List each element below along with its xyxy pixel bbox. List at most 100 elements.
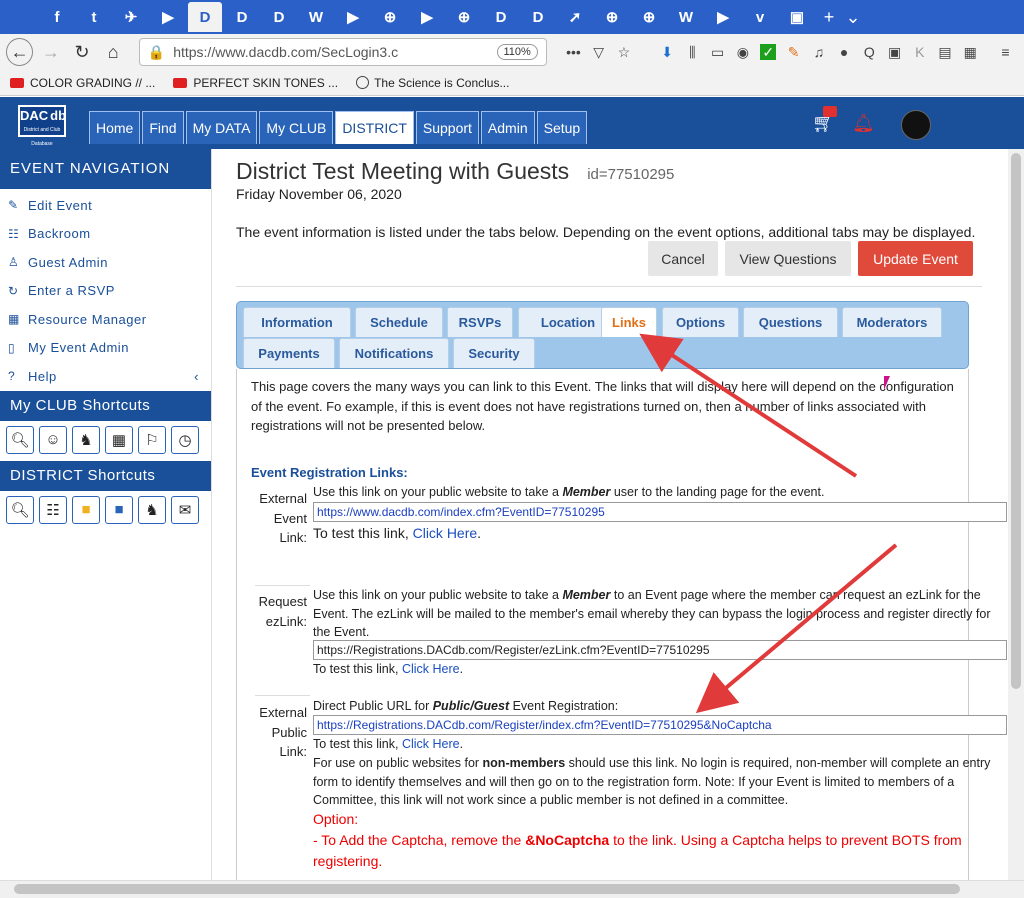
click-here-link[interactable]: Click Here (402, 662, 460, 676)
update-event-button[interactable]: Update Event (858, 241, 973, 276)
pen-extension-icon[interactable]: ✎ (781, 39, 806, 65)
download-icon[interactable]: ⬇ (655, 39, 680, 65)
cancel-button[interactable]: Cancel (648, 241, 718, 276)
zoom-indicator[interactable]: 110% (496, 44, 538, 60)
facebook-icon[interactable]: f (40, 2, 74, 32)
camera-icon[interactable]: ▣ (882, 39, 907, 65)
tab-questions[interactable]: Questions (743, 307, 838, 337)
org-chart-shortcut-icon[interactable]: ☷ (39, 495, 67, 524)
check-extension-icon[interactable]: ✓ (760, 44, 776, 60)
rocket-icon[interactable]: ✈ (114, 2, 148, 32)
dacdb-logo[interactable]: DAC db District and Club Database (18, 105, 66, 147)
vertical-scroll-thumb[interactable] (1011, 153, 1021, 689)
sidebar-item-enter-a-rsvp[interactable]: ↻ Enter a RSVP (0, 277, 211, 306)
dacdb-icon[interactable]: D (521, 2, 555, 32)
url-bar[interactable]: 🔒 https://www.dacdb.com/SecLogin3.c 110% (138, 38, 547, 66)
sidebar-item-guest-admin[interactable]: ♙ Guest Admin (0, 248, 211, 277)
tab-rsvps[interactable]: RSVPs (447, 307, 513, 337)
wordpress-icon[interactable]: W (669, 2, 703, 32)
headphones-icon[interactable]: ♫ (806, 39, 831, 65)
nav-my-club[interactable]: My CLUB (259, 111, 334, 144)
globe-icon[interactable]: ⊕ (632, 2, 666, 32)
zoom-icon[interactable]: ▣ (780, 2, 814, 32)
dacdb-icon[interactable]: D (262, 2, 296, 32)
account-icon[interactable]: ◉ (730, 39, 755, 65)
tab-links[interactable]: Links (601, 307, 657, 337)
color-extension-icon[interactable]: ● (831, 39, 856, 65)
clipboard-icon[interactable]: ▤ (932, 39, 957, 65)
chat-shortcut-icon[interactable]: ✉ (171, 495, 199, 524)
globe-icon[interactable]: ⊕ (595, 2, 629, 32)
globe-icon[interactable]: ⊕ (447, 2, 481, 32)
request-ezlink-url[interactable]: https://Registrations.DACdb.com/Register… (313, 640, 1007, 660)
menu-icon[interactable]: ≡ (993, 39, 1018, 65)
members-shortcut-icon[interactable]: ♞ (138, 495, 166, 524)
bookmark-item[interactable]: PERFECT SKIN TONES ... (173, 76, 338, 90)
tab-security[interactable]: Security (453, 338, 535, 368)
external-event-url[interactable]: https://www.dacdb.com/index.cfm?EventID=… (313, 502, 1007, 522)
runner-shortcut-icon[interactable]: ⚐ (138, 425, 166, 454)
nav-my-data[interactable]: My DATA (185, 111, 258, 144)
people-shortcut-icon[interactable]: ☺ (39, 425, 67, 454)
nav-setup[interactable]: Setup (536, 111, 588, 144)
avatar[interactable] (901, 110, 931, 140)
more-icon[interactable]: ••• (561, 39, 586, 65)
nav-find[interactable]: Find (142, 111, 184, 144)
roster-shortcut-icon[interactable]: ▦ (105, 425, 133, 454)
search-extension-icon[interactable]: Q (857, 39, 882, 65)
tab-notifications[interactable]: Notifications (339, 338, 449, 368)
click-here-link[interactable]: Click Here (402, 737, 460, 751)
vimeo-icon[interactable]: v (743, 2, 777, 32)
reload-icon[interactable]: ↻ (68, 38, 95, 66)
bell-icon[interactable]: 🔔︎ (852, 113, 875, 134)
pocket-icon[interactable]: ▽ (586, 39, 611, 65)
dacdb-icon[interactable]: D (225, 2, 259, 32)
tab-schedule[interactable]: Schedule (355, 307, 443, 337)
bookmark-item[interactable]: The Science is Conclus... (356, 76, 509, 90)
sidebar-item-resource-manager[interactable]: ▦ Resource Manager (0, 305, 211, 334)
home-icon[interactable]: ⌂ (100, 38, 127, 66)
arrow-icon[interactable]: ➚ (558, 2, 592, 32)
tab-moderators[interactable]: Moderators (842, 307, 942, 337)
search-shortcut-icon[interactable]: 🔍︎ (6, 425, 34, 454)
clock-shortcut-icon[interactable]: ◷ (171, 425, 199, 454)
reader-icon[interactable]: ▭ (705, 39, 730, 65)
sidebar-item-backroom[interactable]: ☷ Backroom (0, 220, 211, 249)
play-icon[interactable]: ▶ (410, 2, 444, 32)
video-icon[interactable]: ▶ (336, 2, 370, 32)
search-shortcut-icon[interactable]: 🔍︎ (6, 495, 34, 524)
globe-icon[interactable]: ⊕ (373, 2, 407, 32)
folder-shortcut-icon[interactable]: ■ (105, 495, 133, 524)
members-shortcut-icon[interactable]: ♞ (72, 425, 100, 454)
library-icon[interactable]: ⫼ (680, 39, 705, 65)
horizontal-scroll-thumb[interactable] (14, 884, 960, 894)
click-here-link[interactable]: Click Here (413, 525, 478, 541)
dacdb-icon[interactable]: D (188, 2, 222, 32)
tab-options[interactable]: Options (662, 307, 739, 337)
forward-icon[interactable]: → (37, 38, 64, 66)
folder-shortcut-icon[interactable]: ■ (72, 495, 100, 524)
tab-payments[interactable]: Payments (243, 338, 335, 368)
video-icon[interactable]: ▶ (706, 2, 740, 32)
extension-icon[interactable]: ▦ (958, 39, 983, 65)
tab-information[interactable]: Information (243, 307, 351, 337)
sidebar-item-help[interactable]: ? Help ‹ (0, 362, 211, 391)
view-questions-button[interactable]: View Questions (725, 241, 851, 276)
nav-support[interactable]: Support (415, 111, 479, 144)
twitter-icon[interactable]: t (77, 2, 111, 32)
bookmark-star-icon[interactable]: ☆ (611, 39, 636, 65)
nav-admin[interactable]: Admin (480, 111, 535, 144)
new-tab-icon[interactable]: + (817, 2, 841, 32)
video-icon[interactable]: ▶ (151, 2, 185, 32)
nav-district[interactable]: DISTRICT (335, 111, 414, 144)
sidebar-item-my-event-admin[interactable]: ▯ My Event Admin (0, 334, 211, 363)
bookmark-item[interactable]: COLOR GRADING // ... (10, 76, 155, 90)
tab-list-icon[interactable]: ⌄ (841, 2, 865, 32)
sidebar-item-edit-event[interactable]: ✎ Edit Event (0, 191, 211, 220)
nav-home[interactable]: Home (89, 111, 141, 144)
word-icon[interactable]: W (299, 2, 333, 32)
external-public-url[interactable]: https://Registrations.DACdb.com/Register… (313, 715, 1007, 735)
collapse-chevron-icon[interactable]: ‹ (194, 369, 199, 384)
k-extension-icon[interactable]: K (907, 39, 932, 65)
dacdb-icon[interactable]: D (484, 2, 518, 32)
